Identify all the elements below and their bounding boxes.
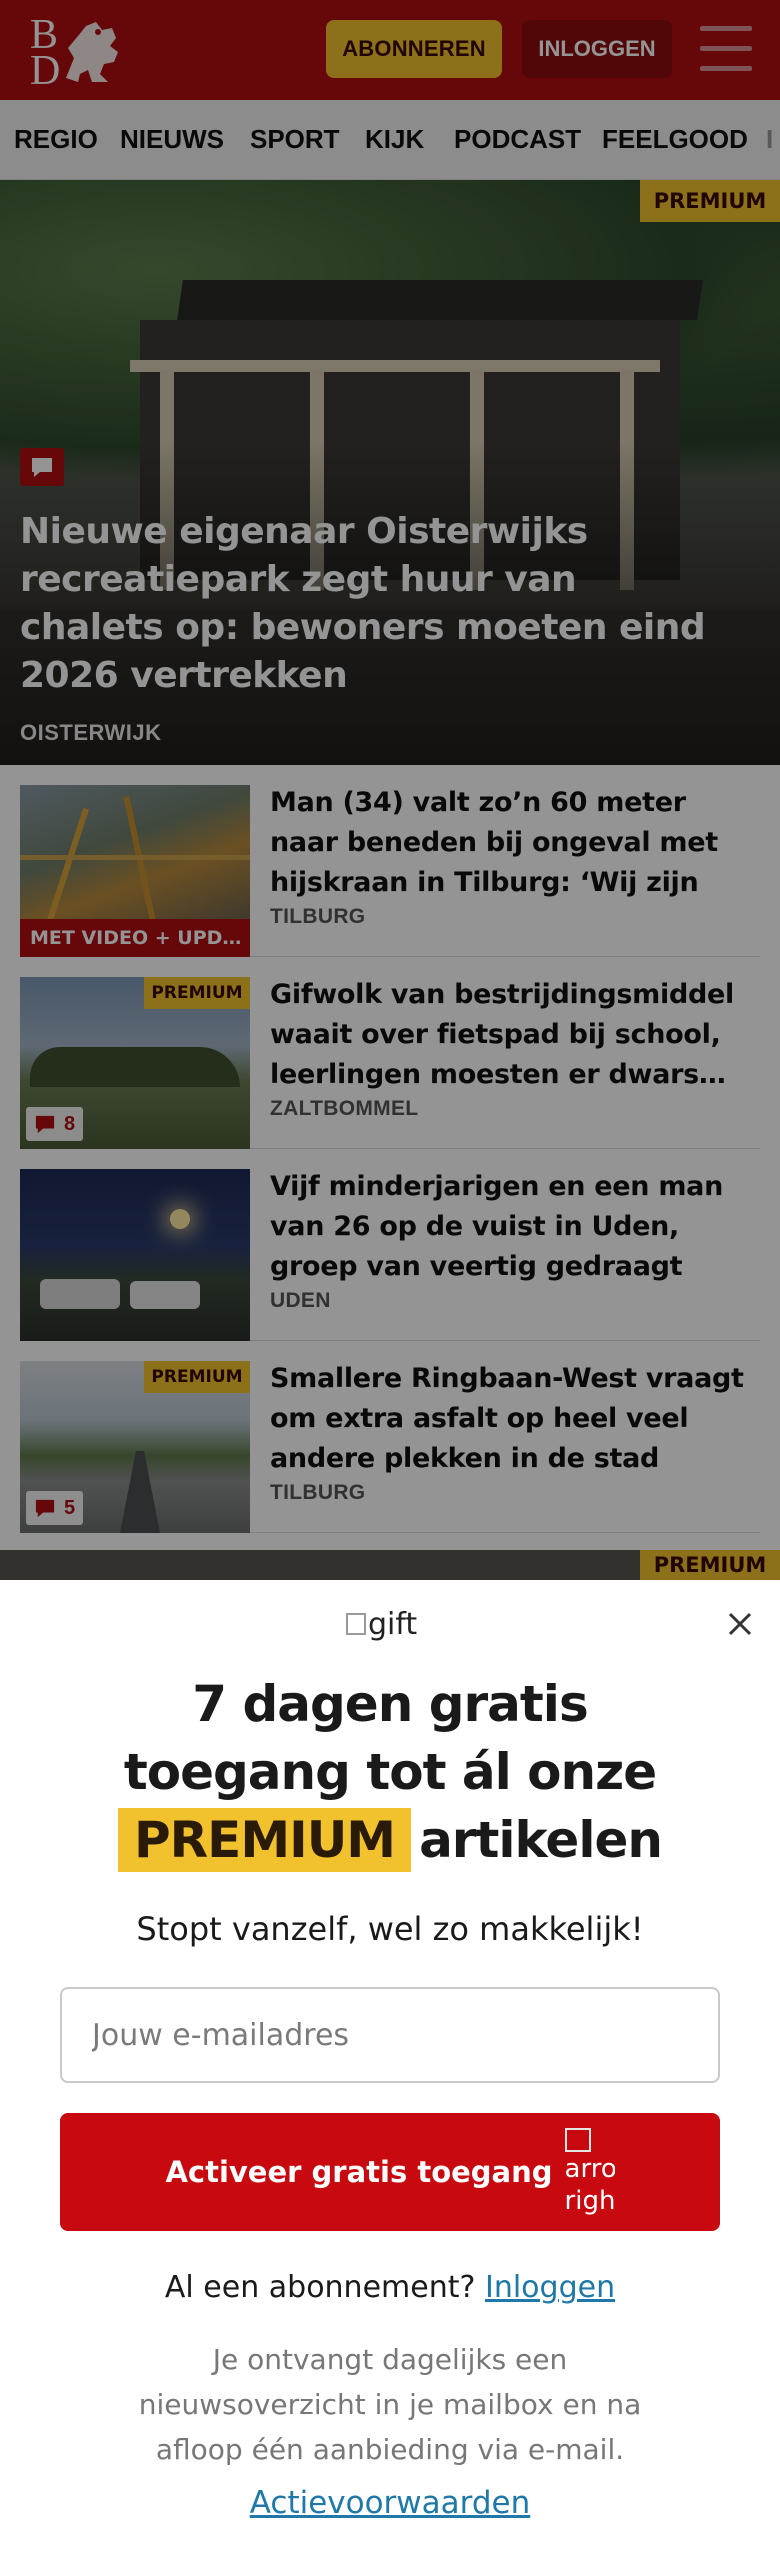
login-link[interactable]: Inloggen: [485, 2270, 615, 2305]
modal-backdrop[interactable]: [0, 0, 780, 1580]
terms-link[interactable]: Actievoorwaarden: [60, 2485, 720, 2521]
activate-button[interactable]: Activeer gratis toegang arro righ: [60, 2113, 720, 2231]
modal-subheading: Stopt vanzelf, wel zo makkelijk!: [136, 1910, 644, 1948]
arrow-right-icon: arro righ: [564, 2124, 615, 2220]
premium-highlight: PREMIUM: [118, 1808, 412, 1872]
premium-trial-modal: gift 7 dagen gratis toegang tot ál onze …: [0, 1580, 780, 2560]
email-field[interactable]: [60, 1987, 720, 2083]
login-prompt: Al een abonnement? Inloggen: [164, 2270, 616, 2305]
modal-heading: 7 dagen gratis toegang tot ál onze PREMI…: [60, 1670, 720, 1874]
fine-print: Je ontvangt dagelijks een nieuwsoverzich…: [138, 2343, 642, 2466]
close-icon[interactable]: [720, 1604, 760, 1644]
gift-icon: gift: [346, 1604, 486, 1644]
